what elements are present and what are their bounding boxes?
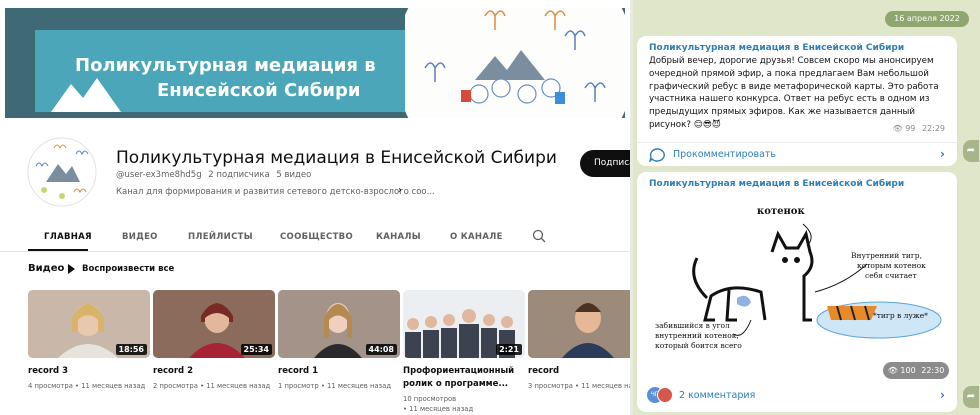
chevron-right-icon[interactable]: ›: [398, 185, 402, 196]
play-icon[interactable]: [68, 264, 75, 274]
video-card[interactable]: 1: record 3 просмотра • 11 месяцев назад: [528, 290, 630, 391]
play-all-button[interactable]: Воспроизвести все: [82, 264, 174, 274]
share-icon[interactable]: ➦: [963, 140, 979, 162]
tab-videos[interactable]: ВИДЕО: [122, 232, 158, 242]
video-title[interactable]: record 2: [153, 365, 273, 378]
video-thumbnail[interactable]: 18:56: [28, 290, 150, 358]
view-count: 100: [900, 366, 916, 375]
tiger-label-line-3: себя считает: [865, 271, 917, 280]
video-date: • 11 месяцев назад: [403, 405, 474, 413]
cat-tiger-sketch-image: котенок Внутренний тигр, которым котенок…: [637, 194, 957, 374]
active-tab-indicator: [28, 249, 88, 251]
telegram-channel-feed: 16 апреля 2022 Поликультурная медиация в…: [633, 0, 980, 415]
avatar: [657, 387, 673, 403]
hidden-kitten-line-3: который боится всего: [655, 341, 742, 350]
person-thumbnail-image: [528, 290, 630, 358]
video-thumbnail[interactable]: 25:34: [153, 290, 275, 358]
video-duration: 18:56: [115, 344, 147, 355]
channel-banner: Поликультурная медиация в Енисейской Сиб…: [5, 8, 625, 118]
video-title[interactable]: record 1: [278, 365, 398, 378]
subscriber-count: 2 подписчика: [208, 170, 270, 180]
video-thumbnail[interactable]: 1:: [528, 290, 630, 358]
video-thumbnail[interactable]: 2:21: [403, 290, 525, 358]
comment-bar[interactable]: Прокомментировать ›: [637, 142, 957, 166]
post-views: 👁 99 22:29: [893, 124, 946, 133]
channel-name: Поликультурная медиация в Енисейской Сиб…: [116, 148, 557, 168]
video-card[interactable]: 2:21 Профориентационный ролик о программ…: [403, 290, 525, 414]
video-title[interactable]: Профориентационный ролик о программе...: [403, 365, 523, 391]
video-duration: 44:08: [365, 344, 397, 355]
video-meta: 3 просмотра • 11 месяцев назад: [528, 382, 630, 390]
chevron-right-icon[interactable]: ›: [940, 388, 945, 402]
video-meta: 1 просмотр • 11 месяцев назад: [278, 382, 392, 390]
video-duration: 25:34: [240, 344, 272, 355]
comment-bar[interactable]: ЧП 2 комментария ›: [637, 384, 957, 408]
chevron-right-icon[interactable]: ›: [940, 147, 945, 161]
tab-channels[interactable]: КАНАЛЫ: [376, 232, 421, 242]
eye-icon: 👁: [892, 124, 903, 133]
post-views: 👁 100 22:30: [883, 362, 949, 379]
video-card[interactable]: 25:34 record 2 2 просмотра • 11 месяцев …: [153, 290, 275, 391]
video-thumbnail[interactable]: 44:08: [278, 290, 400, 358]
eye-icon: 👁: [887, 366, 898, 375]
video-title[interactable]: record: [528, 365, 630, 378]
comment-button[interactable]: Прокомментировать: [673, 149, 776, 160]
tab-playlists[interactable]: ПЛЕЙЛИСТЫ: [188, 232, 253, 242]
video-meta: 10 просмотров: [403, 395, 457, 403]
video-meta: 4 просмотра • 11 месяцев назад: [28, 382, 146, 390]
video-card[interactable]: 18:56 record 3 4 просмотра • 11 месяцев …: [28, 290, 150, 391]
post-time: 22:30: [921, 366, 945, 375]
banner-title-line-1: Поликультурная медиация в: [75, 55, 376, 76]
channel-avatar[interactable]: [26, 136, 98, 208]
mountains-icon: [51, 78, 121, 112]
date-badge: 16 апреля 2022: [885, 11, 969, 27]
share-icon[interactable]: ➦: [963, 386, 979, 408]
tiger-label-line-2: которым котенок: [857, 261, 926, 270]
view-count: 99: [905, 124, 916, 133]
post-channel-name[interactable]: Поликультурная медиация в Енисейской Сиб…: [649, 179, 904, 189]
video-card[interactable]: 44:08 record 1 1 просмотр • 11 месяцев н…: [278, 290, 400, 391]
video-count: 5 видео: [276, 170, 312, 180]
tab-about[interactable]: О КАНАЛЕ: [450, 232, 503, 242]
tiger-in-puddle-label: *тигр в луже*: [873, 311, 928, 320]
kitten-label: котенок: [757, 206, 805, 217]
hidden-kitten-line-1: забившийся в угол: [655, 321, 730, 330]
comment-bubble-icon: [649, 148, 665, 162]
comments-count-button[interactable]: 2 комментария: [679, 390, 755, 401]
video-meta: 2 просмотра • 11 месяцев назад: [153, 382, 271, 390]
hidden-kitten-line-2: внутренний котенок,: [655, 331, 739, 340]
tiger-label-line-1: Внутренний тигр,: [851, 251, 922, 260]
channel-post: Поликультурная медиация в Енисейской Сиб…: [637, 36, 957, 166]
banner-title-line-2: Енисейской Сибири: [157, 80, 361, 101]
channel-tabs: ГЛАВНАЯ ВИДЕО ПЛЕЙЛИСТЫ СООБЩЕСТВО КАНАЛ…: [0, 224, 630, 252]
search-icon[interactable]: [532, 229, 546, 243]
channel-handle: @user-ex3me8hd5g: [116, 170, 202, 180]
channel-post: Поликультурная медиация в Енисейской Сиб…: [637, 172, 957, 412]
post-time: 22:29: [921, 124, 945, 133]
tab-home[interactable]: ГЛАВНАЯ: [44, 232, 92, 242]
banner-ornament-art: [405, 8, 625, 118]
youtube-channel-page: Поликультурная медиация в Енисейской Сиб…: [0, 0, 630, 415]
channel-meta: @user-ex3me8hd5g 2 подписчика 5 видео: [116, 170, 311, 180]
channel-description[interactable]: Канал для формирования и развития сетево…: [116, 187, 435, 197]
video-title[interactable]: record 3: [28, 365, 148, 378]
tab-community[interactable]: СООБЩЕСТВО: [280, 232, 353, 242]
post-text: Добрый вечер, дорогие друзья! Совсем ско…: [649, 56, 939, 130]
subscribe-button[interactable]: Подписат: [580, 150, 630, 177]
post-channel-name[interactable]: Поликультурная медиация в Енисейской Сиб…: [649, 43, 904, 53]
videos-section-title: Видео: [28, 263, 65, 274]
video-duration: 2:21: [496, 344, 522, 355]
